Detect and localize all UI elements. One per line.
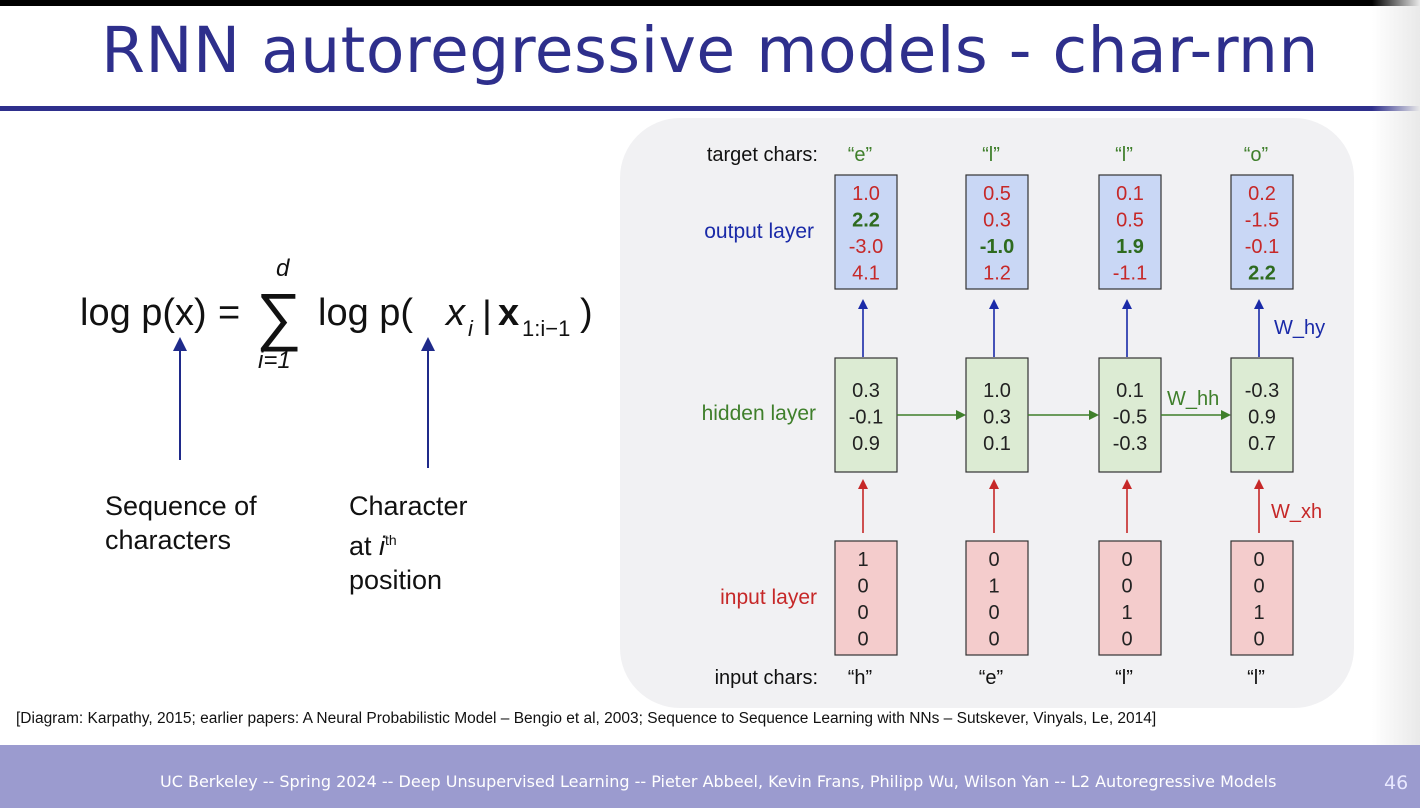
input-value: 1 (1121, 602, 1132, 624)
output-value: 0.1 (1116, 183, 1144, 205)
output-layer-label: output layer (704, 220, 814, 243)
target-char-3: “l” (1115, 144, 1133, 166)
hy-arrow-2-head (989, 299, 999, 309)
hidden-value: 0.7 (1248, 433, 1276, 455)
input-chars-label: input chars: (715, 667, 818, 689)
hy-arrow-1-head (858, 299, 868, 309)
target-chars-label: target chars: (707, 144, 818, 166)
output-value: -3.0 (849, 236, 883, 258)
output-value: 0.5 (983, 183, 1011, 205)
citation: [Diagram: Karpathy, 2015; earlier papers… (16, 710, 1157, 727)
output-value: -1.0 (980, 236, 1014, 258)
output-value: 0.2 (1248, 183, 1276, 205)
output-value: -1.1 (1113, 263, 1147, 285)
hy-arrow-4-head (1254, 299, 1264, 309)
hidden-value: 0.3 (983, 407, 1011, 429)
target-char-2: “l” (982, 144, 1000, 166)
input-value: 0 (857, 576, 868, 598)
w-hy-label: W_hy (1274, 317, 1325, 339)
output-value: 4.1 (852, 263, 880, 285)
input-layer-label: input layer (720, 586, 817, 609)
page-number: 46 (1384, 772, 1409, 794)
hidden-value: 0.1 (1116, 380, 1144, 402)
input-value: 0 (1253, 629, 1264, 651)
hidden-value: 0.9 (1248, 407, 1276, 429)
w-hh-label: W_hh (1167, 388, 1219, 410)
input-value: 0 (857, 602, 868, 624)
input-char-4: “l” (1247, 667, 1265, 689)
input-value: 0 (988, 602, 999, 624)
input-value: 1 (857, 549, 868, 571)
input-char-3: “l” (1115, 667, 1133, 689)
hh-arrow-3-head (1221, 410, 1231, 420)
hidden-value: 0.9 (852, 433, 880, 455)
output-value: 1.9 (1116, 236, 1144, 258)
hidden-value: 0.1 (983, 433, 1011, 455)
output-value: 1.2 (983, 263, 1011, 285)
input-value: 0 (1121, 576, 1132, 598)
hidden-value: -0.3 (1245, 380, 1279, 402)
char-rnn-diagram: target chars: output layer hidden layer … (702, 144, 1326, 689)
xh-arrow-3-head (1122, 479, 1132, 489)
output-value: -0.1 (1245, 236, 1279, 258)
xh-arrow-2-head (989, 479, 999, 489)
output-value: 2.2 (1248, 263, 1276, 285)
output-value: 1.0 (852, 183, 880, 205)
footer-text: UC Berkeley -- Spring 2024 -- Deep Unsup… (160, 772, 1277, 791)
output-value: 0.3 (983, 210, 1011, 232)
input-value: 0 (1121, 629, 1132, 651)
target-char-1: “e” (848, 144, 872, 166)
xh-arrow-1-head (858, 479, 868, 489)
hy-arrow-3-head (1122, 299, 1132, 309)
input-value: 1 (1253, 602, 1264, 624)
hidden-value: -0.5 (1113, 407, 1147, 429)
hidden-value: 1.0 (983, 380, 1011, 402)
xh-arrow-4-head (1254, 479, 1264, 489)
hh-arrow-1-head (956, 410, 966, 420)
hidden-value: 0.3 (852, 380, 880, 402)
input-value: 0 (1253, 576, 1264, 598)
input-value: 1 (988, 576, 999, 598)
hidden-layer-label: hidden layer (702, 402, 816, 425)
input-char-2: “e” (979, 667, 1003, 689)
target-char-4: “o” (1244, 144, 1268, 166)
output-value: 2.2 (852, 210, 880, 232)
output-value: -1.5 (1245, 210, 1279, 232)
hidden-value: -0.1 (849, 407, 883, 429)
w-xh-label: W_xh (1271, 501, 1322, 523)
hh-arrow-2-head (1089, 410, 1099, 420)
input-value: 0 (988, 629, 999, 651)
input-value: 0 (1253, 549, 1264, 571)
input-value: 0 (988, 549, 999, 571)
input-value: 0 (1121, 549, 1132, 571)
output-value: 0.5 (1116, 210, 1144, 232)
input-char-1: “h” (848, 667, 872, 689)
hidden-value: -0.3 (1113, 433, 1147, 455)
input-value: 0 (857, 629, 868, 651)
